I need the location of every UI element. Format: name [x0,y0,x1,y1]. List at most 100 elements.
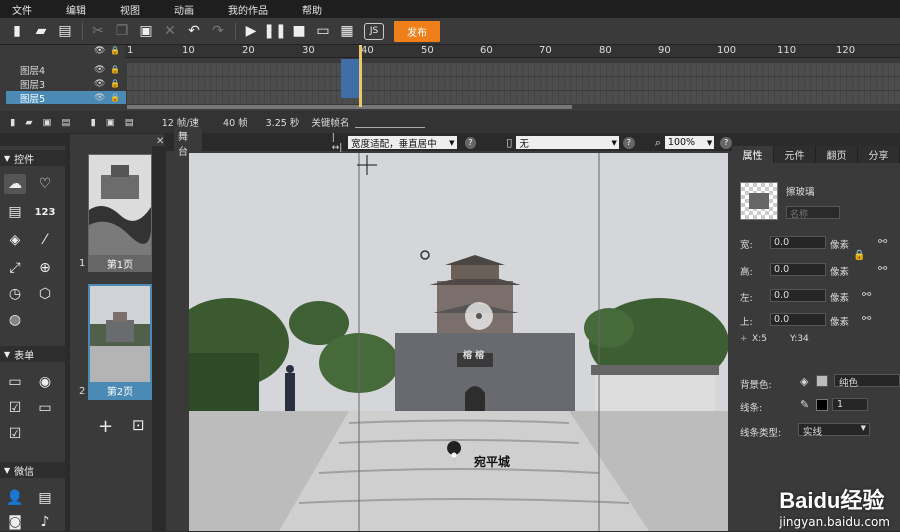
help-icon[interactable]: ? [720,136,733,149]
section-controls[interactable]: ▼ 控件 [0,150,65,166]
folder-layer-icon[interactable]: ▰ [25,117,32,128]
cube-icon[interactable]: ⬡ [34,284,56,304]
delete-icon[interactable]: ✕ [159,20,181,42]
page-thumbnail-selected[interactable]: 第2页 [88,284,152,400]
help-icon[interactable]: ? [464,136,477,149]
lock-icon[interactable]: 🔒 [110,93,120,102]
menu-view[interactable]: 视图 [120,2,140,17]
keyframe-block[interactable] [341,59,361,98]
eye-icon[interactable]: 👁 [94,79,105,89]
cut-icon[interactable]: ✂ [87,20,109,42]
paint-bucket-icon[interactable]: ◈ [800,375,808,388]
layer-track[interactable] [127,63,900,76]
section-forms[interactable]: ▼ 表单 [0,346,65,362]
lock-header-icon[interactable]: 🔒 [110,46,120,55]
timer-icon[interactable]: ◷ [4,284,26,304]
tab-components[interactable]: 元件 [774,146,816,163]
copy-icon[interactable]: ❐ [111,20,133,42]
bg-color-swatch[interactable] [816,375,828,387]
input-field-icon[interactable]: ▭ [4,372,26,392]
add-page-icon[interactable]: + [98,416,113,437]
tag-icon[interactable]: ◈ [4,230,26,250]
left-input[interactable]: 0.0 [770,289,826,302]
menu-edit[interactable]: 编辑 [66,2,86,17]
line-type-select[interactable]: 实线 ▼ [798,423,870,438]
link-icon[interactable]: ⚯ [878,262,887,275]
redo-icon[interactable]: ↷ [207,20,229,42]
section-wechat[interactable]: ▼ 微信 [0,462,65,478]
save-icon[interactable]: ▤ [54,20,76,42]
path-icon[interactable]: ⤢ [4,258,26,278]
menu-help[interactable]: 帮助 [302,2,322,17]
delete-layer-icon[interactable]: ▤ [62,117,71,128]
eye-icon[interactable]: 👁 [94,93,105,103]
layer-track[interactable] [127,91,900,104]
tab-properties[interactable]: 属性 [732,146,774,163]
timeline-ruler[interactable]: 1 10 20 30 40 50 60 70 80 90 100 110 120 [125,45,900,58]
pen-icon[interactable]: ✎ [800,398,809,411]
preview-icon[interactable]: ▭ [312,20,334,42]
counter-icon[interactable]: 123 [34,202,56,222]
link-icon[interactable]: ⚯ [862,312,871,325]
layer-row[interactable]: 图层5 👁 🔒 [6,91,126,105]
top-input[interactable]: 0.0 [770,313,826,326]
pause-icon[interactable]: ❚❚ [263,20,286,42]
link-icon[interactable]: ⚯ [878,235,887,248]
line-width-input[interactable]: 1 [832,398,868,411]
radio-icon[interactable]: ◉ [34,372,56,392]
eye-icon[interactable]: 👁 [94,65,105,75]
id-card-icon[interactable]: ▤ [34,488,56,508]
stop-icon[interactable]: ■ [288,20,310,42]
insert-frame-icon[interactable]: ▮ [91,117,96,128]
tab-share[interactable]: 分享 [858,146,900,163]
camera-icon[interactable]: ◙ [4,512,26,532]
page-thumbnail[interactable]: 第1页 [88,154,152,272]
name-input[interactable]: 名称 [786,206,840,220]
dropdown-icon[interactable]: ▭ [34,398,56,418]
submit-check-icon[interactable]: ☑ [4,424,26,444]
menu-my-works[interactable]: 我的作品 [228,2,268,17]
height-input[interactable]: 0.0 [770,263,826,276]
timeline-scrollbar[interactable] [127,105,572,109]
aspect-lock-icon[interactable]: 🔒 [853,250,865,261]
eye-header-icon[interactable]: 👁 [94,46,105,56]
width-input[interactable]: 0.0 [770,236,826,249]
help-icon[interactable]: ? [622,136,635,149]
qrcode-icon[interactable]: ▦ [336,20,358,42]
menu-file[interactable]: 文件 [12,2,32,17]
remove-frame-icon[interactable]: ▤ [125,117,134,128]
publish-button[interactable]: 发布 [394,20,440,42]
open-folder-icon[interactable]: ▰ [30,20,52,42]
playhead[interactable] [359,45,362,107]
copy-layer-icon[interactable]: ▣ [43,117,52,128]
new-file-icon[interactable]: ▮ [6,20,28,42]
zoom-select[interactable]: 100% [664,136,715,149]
heart-icon[interactable]: ♡ [34,174,56,194]
pages-scrollbar[interactable] [152,146,164,531]
undo-icon[interactable]: ↶ [183,20,205,42]
lock-icon[interactable]: 🔒 [110,79,120,88]
device-select[interactable]: 无 [516,136,619,150]
fit-mode-select[interactable]: 宽度适配，垂直居中 [348,136,457,150]
fill-type-select[interactable]: 纯色 [834,374,900,389]
globe-icon[interactable]: ◍ [4,310,26,330]
layer-row[interactable]: 图层3 👁 🔒 [6,77,126,91]
brush-icon[interactable]: ⁄ [34,230,56,250]
stage-canvas[interactable]: 榕 榕 宛平城 [189,153,728,531]
layer-row[interactable]: 图层4 👁 🔒 [6,63,126,77]
keyframe-name-input[interactable] [355,116,426,128]
lock-icon[interactable]: 🔒 [110,65,120,74]
add-layer-icon[interactable]: ▮ [10,117,15,128]
play-icon[interactable]: ▶ [240,20,262,42]
paste-icon[interactable]: ▣ [135,20,157,42]
microphone-icon[interactable]: ♪ [34,512,56,532]
line-color-swatch[interactable] [816,399,828,411]
add-page-after-icon[interactable]: ⊡ [132,416,145,434]
js-icon[interactable]: JS [364,22,384,40]
insert-keyframe-icon[interactable]: ▣ [106,117,115,128]
menu-animation[interactable]: 动画 [174,2,194,17]
layer-track[interactable] [127,77,900,90]
zoom-target-icon[interactable]: ⊕ [34,258,56,278]
printer-icon[interactable]: ▤ [4,202,26,222]
checkbox-icon[interactable]: ☑ [4,398,26,418]
